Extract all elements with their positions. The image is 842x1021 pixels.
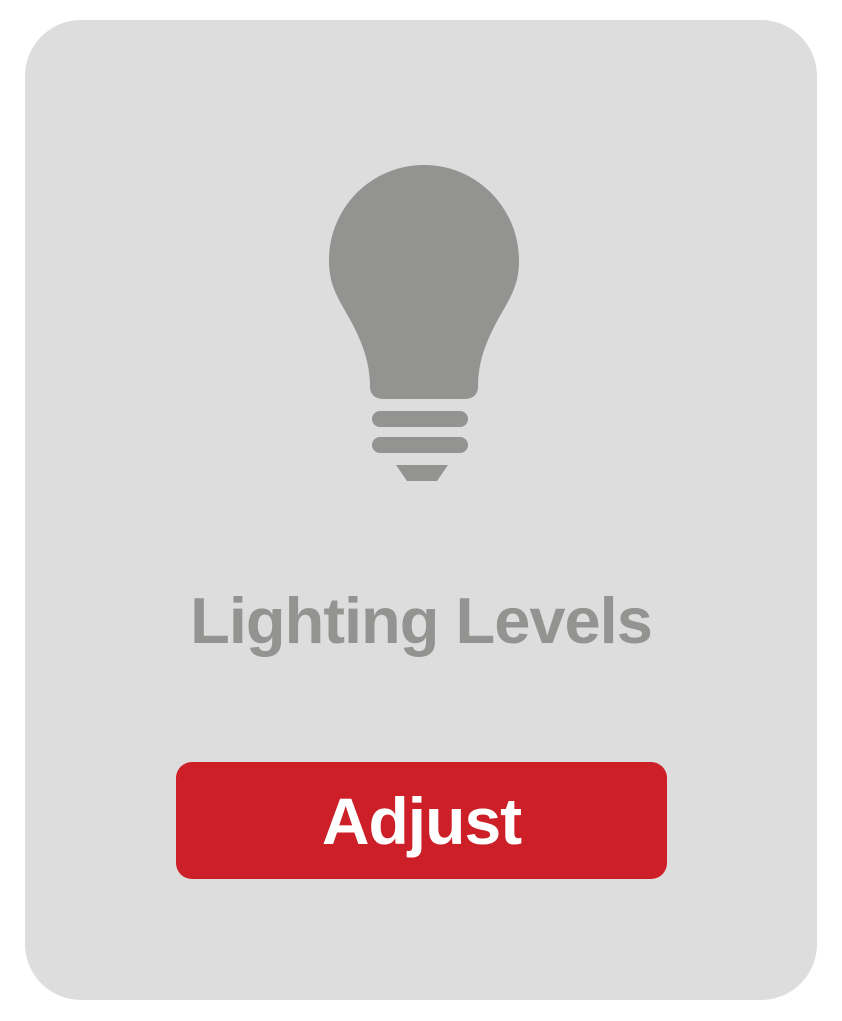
card-title: Lighting Levels	[190, 584, 653, 657]
lightbulb-icon	[324, 165, 524, 485]
lighting-levels-card: Lighting Levels Adjust	[25, 20, 817, 1000]
adjust-button[interactable]: Adjust	[176, 762, 667, 879]
